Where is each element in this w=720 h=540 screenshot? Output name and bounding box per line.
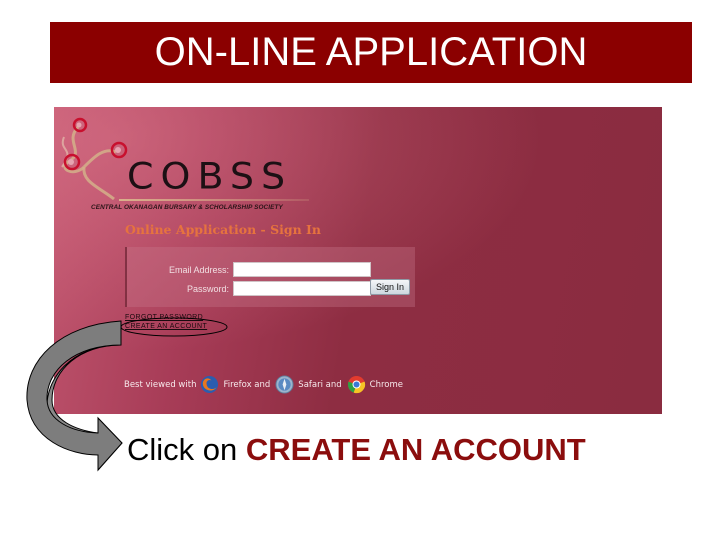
- password-input[interactable]: [233, 281, 371, 296]
- cobss-logo: COBSS CENTRAL OKANAGAN BURSARY & SCHOLAR…: [54, 107, 324, 222]
- safari-icon: [275, 375, 294, 394]
- title-bar: ON-LINE APPLICATION: [50, 22, 692, 83]
- logo-wordmark: COBSS: [127, 155, 293, 197]
- password-row: Password:: [127, 281, 371, 296]
- browser-recommendation: Best viewed with Firefox and Safari and …: [124, 375, 404, 394]
- instruction-prefix: Click on: [127, 432, 246, 467]
- firefox-icon: [201, 375, 219, 394]
- browser-label-chrome: Chrome: [369, 379, 403, 390]
- signin-button[interactable]: Sign In: [370, 279, 410, 295]
- email-input[interactable]: [233, 262, 371, 277]
- screenshot-panel: COBSS CENTRAL OKANAGAN BURSARY & SCHOLAR…: [54, 107, 662, 414]
- password-label: Password:: [186, 283, 229, 294]
- logo-tagline: CENTRAL OKANAGAN BURSARY & SCHOLARSHIP S…: [91, 204, 283, 211]
- email-row: Email Address:: [127, 262, 371, 277]
- signin-heading: Online Application - Sign In: [125, 222, 321, 237]
- highlight-ellipse: [120, 317, 228, 337]
- instruction-emphasis: CREATE AN ACCOUNT: [245, 432, 586, 467]
- chrome-icon: [347, 375, 365, 394]
- browser-label-safari: Safari and: [298, 379, 342, 390]
- instruction-text: Click on CREATE AN ACCOUNT: [127, 432, 586, 468]
- signin-form: Email Address: Password: Sign In: [125, 247, 415, 307]
- browser-prefix: Best viewed with: [124, 379, 197, 390]
- browser-label-firefox: Firefox and: [223, 379, 271, 390]
- email-label: Email Address:: [168, 264, 229, 275]
- logo-divider: [119, 199, 309, 201]
- slide-title: ON-LINE APPLICATION: [154, 30, 588, 74]
